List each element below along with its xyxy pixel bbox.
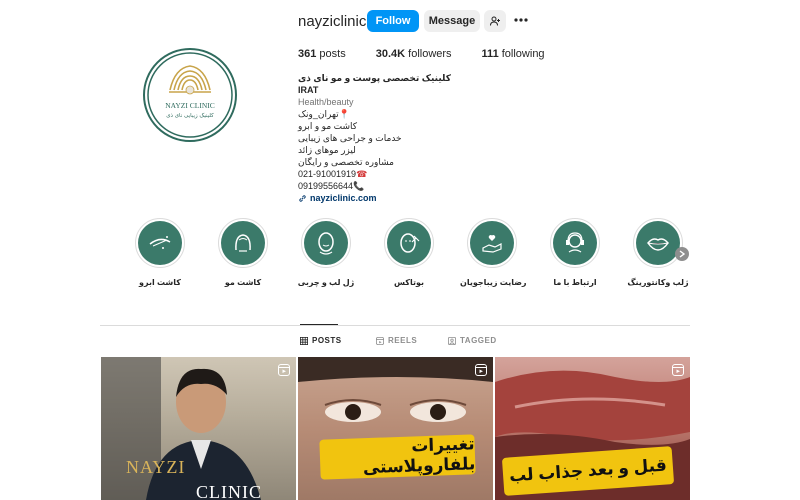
highlight-hair[interactable]: کاشت مو — [211, 218, 275, 287]
profile-avatar[interactable]: NAYZI CLINIC کلینیک زیبایی نای ذی — [143, 48, 237, 142]
highlight-botox[interactable]: بوتاکس — [377, 218, 441, 287]
story-highlights: کاشت ابرو کاشت مو ژل لب و چربی بوتاکس رض… — [128, 218, 689, 298]
reel-indicator-icon — [475, 363, 487, 376]
profile-stats: 361 posts 30.4K followers 111 following — [298, 48, 545, 60]
post-watermark: NAYZI — [126, 457, 186, 477]
tab-tagged[interactable]: TAGGED — [448, 336, 497, 345]
message-button[interactable]: Message — [424, 10, 480, 32]
following-count[interactable]: 111 following — [482, 48, 545, 60]
highlight-testimonials[interactable]: رضایت زیباجویان — [460, 218, 527, 287]
post-watermark: CLINIC — [196, 482, 262, 500]
hair-icon — [235, 234, 251, 252]
contact-icon — [566, 232, 584, 253]
add-user-icon — [490, 16, 500, 26]
pin-icon: 📍 — [338, 109, 350, 119]
profile-full-name: کلینیک تخصصی پوست و مو نای ذی IRAT — [298, 73, 451, 95]
face-icon — [318, 232, 334, 255]
post-thumbnail[interactable]: قبل و بعد جذاب لب — [495, 357, 690, 500]
botox-icon — [400, 233, 420, 253]
post-thumbnail[interactable]: تغییرات بلفاروپلاستی — [298, 357, 493, 500]
bio-line-location: 📍تهران_ونک — [298, 109, 350, 119]
profile-bio: کلینیک تخصصی پوست و مو نای ذی IRAT Healt… — [298, 72, 468, 204]
highlight-contact[interactable]: ارتباط با ما — [543, 218, 607, 287]
highlights-next-button[interactable] — [675, 247, 689, 261]
bio-line-mobile: 09199556644📞 — [298, 181, 365, 191]
suggest-user-button[interactable] — [484, 10, 506, 32]
chevron-right-icon — [679, 250, 685, 258]
bio-line: خدمات و جراحی های زیبایی — [298, 133, 402, 143]
lips-icon — [647, 238, 669, 251]
profile-category: Health/beauty — [298, 97, 354, 107]
bio-line-phone: 021-91001919☎ — [298, 169, 368, 179]
tab-posts[interactable]: POSTS — [300, 336, 342, 345]
post-thumbnail[interactable]: NAYZI CLINIC — [101, 357, 296, 500]
highlight-eyebrow[interactable]: کاشت ابرو — [128, 218, 192, 287]
eyebrow-icon — [149, 236, 171, 249]
reel-indicator-icon — [672, 363, 684, 376]
svg-text:کلینیک زیبایی نای ذی: کلینیک زیبایی نای ذی — [166, 112, 214, 119]
bio-line: کاشت مو و ابرو — [298, 121, 358, 131]
tagged-icon — [448, 336, 456, 345]
bio-website-link[interactable]: nayziclinic.com — [298, 192, 468, 204]
bio-line: مشاوره تخصصی و رایگان — [298, 157, 394, 167]
tab-reels[interactable]: REELS — [376, 336, 417, 345]
hand-heart-icon — [482, 235, 502, 253]
link-icon — [299, 194, 306, 202]
clinic-logo-icon: NAYZI CLINIC کلینیک زیبایی نای ذی — [147, 52, 233, 138]
follow-button[interactable]: Follow — [367, 10, 419, 32]
followers-count[interactable]: 30.4K followers — [376, 48, 452, 60]
active-tab-indicator — [300, 324, 338, 325]
bio-line: لیزر موهای زائد — [298, 145, 356, 155]
telephone-icon: ☎ — [356, 169, 368, 179]
highlight-lip-filler[interactable]: ژل لب و چربی — [294, 218, 358, 287]
posts-count: 361 posts — [298, 48, 346, 60]
svg-text:NAYZI CLINIC: NAYZI CLINIC — [165, 101, 215, 110]
phone-receiver-icon: 📞 — [353, 181, 365, 191]
post-caption-overlay: تغییرات بلفاروپلاستی — [319, 434, 476, 480]
portrait-image — [101, 357, 261, 500]
more-dots-icon — [514, 18, 528, 22]
grid-icon — [300, 336, 308, 345]
tabs-divider — [100, 325, 690, 326]
reel-indicator-icon — [278, 363, 290, 376]
reels-icon — [376, 336, 384, 345]
profile-username: nayziclinic — [298, 13, 367, 30]
more-options-button[interactable] — [513, 12, 529, 28]
